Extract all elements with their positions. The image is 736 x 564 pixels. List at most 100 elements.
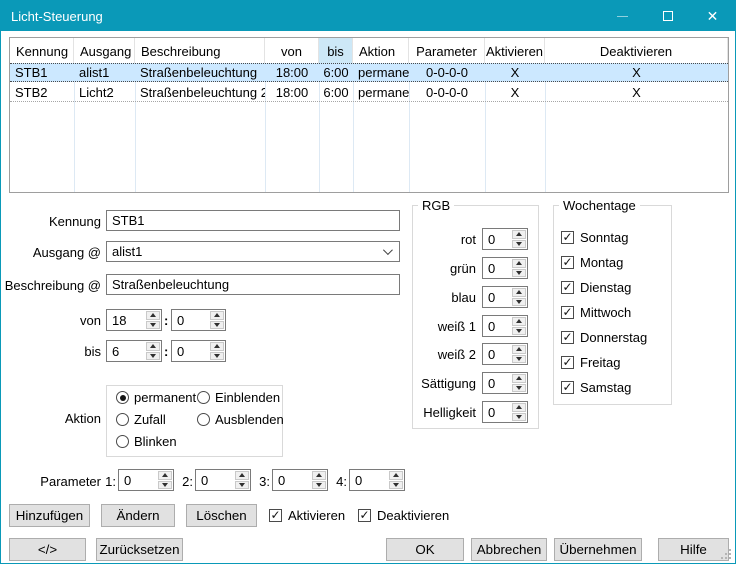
samstag-checkbox[interactable]: Samstag (561, 380, 631, 395)
spin-up-button[interactable] (512, 230, 526, 239)
donnerstag-checkbox[interactable]: Donnerstag (561, 330, 647, 345)
parameter-4-spinner[interactable]: 0 (349, 469, 405, 491)
hinzufuegen-button[interactable]: Hinzufügen (9, 504, 90, 527)
parameter-2-spinner[interactable]: 0 (195, 469, 251, 491)
spin-down-button[interactable] (146, 321, 160, 330)
window-title: Licht-Steuerung (1, 9, 103, 24)
spin-down-button[interactable] (389, 481, 403, 490)
spin-up-button[interactable] (512, 317, 526, 326)
maximize-button[interactable] (645, 1, 690, 31)
spin-up-button[interactable] (146, 311, 160, 320)
ok-button[interactable]: OK (386, 538, 464, 561)
column-header-von[interactable]: von (265, 38, 319, 64)
spin-down-button[interactable] (312, 481, 326, 490)
von-minute-spinner[interactable]: 0 (171, 309, 226, 331)
table-row-stb2[interactable]: STB2 Licht2 Straßenbeleuchtung 2 18:00 6… (10, 83, 728, 102)
spin-down-button[interactable] (512, 240, 526, 249)
spin-up-button[interactable] (512, 288, 526, 297)
cell-beschreibung: Straßenbeleuchtung 2 (135, 83, 265, 101)
triangle-down-icon (150, 323, 156, 327)
spin-up-button[interactable] (210, 342, 224, 351)
blau-spinner[interactable]: 0 (482, 286, 528, 308)
spin-down-button[interactable] (512, 355, 526, 364)
checkbox-label: Dienstag (580, 280, 631, 295)
gruen-label: grün (412, 261, 476, 276)
code-view-button[interactable]: </> (9, 538, 86, 561)
close-button[interactable]: ✕ (690, 1, 735, 31)
beschreibung-input[interactable]: Straßenbeleuchtung (106, 274, 400, 295)
spin-down-button[interactable] (512, 384, 526, 393)
spin-up-button[interactable] (235, 471, 249, 480)
helligkeit-spinner[interactable]: 0 (482, 401, 528, 423)
ausgang-select[interactable]: alist1 (106, 241, 400, 262)
parameter-3-spinner[interactable]: 0 (272, 469, 328, 491)
rot-spinner[interactable]: 0 (482, 228, 528, 250)
saettigung-spinner[interactable]: 0 (482, 372, 528, 394)
weiss2-spinner[interactable]: 0 (482, 343, 528, 365)
deaktivieren-checkbox[interactable]: Deaktivieren (358, 508, 449, 523)
spin-down-button[interactable] (512, 413, 526, 422)
column-header-deaktivieren[interactable]: Deaktivieren (545, 38, 728, 64)
titlebar[interactable]: Licht-Steuerung ✕ (1, 1, 735, 31)
loeschen-button[interactable]: Löschen (186, 504, 257, 527)
parameter-4-index: 4: (335, 474, 347, 489)
spin-up-button[interactable] (210, 311, 224, 320)
radio-blinken[interactable]: Blinken (116, 434, 177, 449)
spin-down-button[interactable] (235, 481, 249, 490)
minimize-button[interactable] (600, 1, 645, 31)
parameter-1-spinner[interactable]: 0 (118, 469, 174, 491)
column-header-ausgang[interactable]: Ausgang (74, 38, 135, 64)
spin-up-button[interactable] (158, 471, 172, 480)
table-row-stb1[interactable]: STB1 alist1 Straßenbeleuchtung 18:00 6:0… (10, 63, 728, 82)
mittwoch-checkbox[interactable]: Mittwoch (561, 305, 631, 320)
hilfe-button[interactable]: Hilfe (658, 538, 729, 561)
aendern-button[interactable]: Ändern (101, 504, 175, 527)
parameter-label: Parameter (1, 474, 101, 489)
spin-up-button[interactable] (512, 374, 526, 383)
von-hour-spinner[interactable]: 18 (106, 309, 162, 331)
spin-down-button[interactable] (210, 352, 224, 361)
spin-up-button[interactable] (389, 471, 403, 480)
spin-down-button[interactable] (512, 298, 526, 307)
radio-icon (197, 413, 210, 426)
column-header-aktion[interactable]: Aktion (353, 38, 409, 64)
window-controls: ✕ (600, 1, 735, 31)
dienstag-checkbox[interactable]: Dienstag (561, 280, 631, 295)
column-header-kennung[interactable]: Kennung (10, 38, 74, 64)
radio-einblenden[interactable]: Einblenden (197, 390, 280, 405)
kennung-input[interactable]: STB1 (106, 210, 400, 231)
freitag-checkbox[interactable]: Freitag (561, 355, 620, 370)
spin-down-button[interactable] (210, 321, 224, 330)
abbrechen-button[interactable]: Abbrechen (471, 538, 547, 561)
von-hour-value: 18 (107, 310, 145, 330)
spin-up-button[interactable] (512, 259, 526, 268)
radio-permanent[interactable]: permanent (116, 390, 196, 405)
spin-up-button[interactable] (512, 403, 526, 412)
zuruecksetzen-button[interactable]: Zurücksetzen (96, 538, 183, 561)
spin-up-button[interactable] (512, 345, 526, 354)
column-header-parameter[interactable]: Parameter (409, 38, 485, 64)
gruen-spinner[interactable]: 0 (482, 257, 528, 279)
resize-grip[interactable] (729, 557, 731, 559)
spin-up-button[interactable] (312, 471, 326, 480)
spin-up-button[interactable] (146, 342, 160, 351)
bis-minute-spinner[interactable]: 0 (171, 340, 226, 362)
bis-hour-spinner[interactable]: 6 (106, 340, 162, 362)
spin-down-button[interactable] (512, 327, 526, 336)
column-header-bis[interactable]: bis (319, 38, 353, 64)
aktivieren-checkbox[interactable]: Aktivieren (269, 508, 345, 523)
spin-down-button[interactable] (158, 481, 172, 490)
montag-checkbox[interactable]: Montag (561, 255, 623, 270)
radio-ausblenden[interactable]: Ausblenden (197, 412, 284, 427)
spin-down-button[interactable] (146, 352, 160, 361)
spin-down-button[interactable] (512, 269, 526, 278)
triangle-down-icon (516, 386, 522, 390)
weiss1-spinner[interactable]: 0 (482, 315, 528, 337)
column-header-beschreibung[interactable]: Beschreibung (135, 38, 265, 64)
column-header-aktivieren[interactable]: Aktivieren (485, 38, 545, 64)
radio-zufall[interactable]: Zufall (116, 412, 166, 427)
sonntag-checkbox[interactable]: Sonntag (561, 230, 628, 245)
minimize-icon (617, 16, 628, 17)
uebernehmen-button[interactable]: Übernehmen (554, 538, 642, 561)
light-schedule-table[interactable]: Kennung Ausgang Beschreibung von bis Akt… (9, 37, 729, 193)
